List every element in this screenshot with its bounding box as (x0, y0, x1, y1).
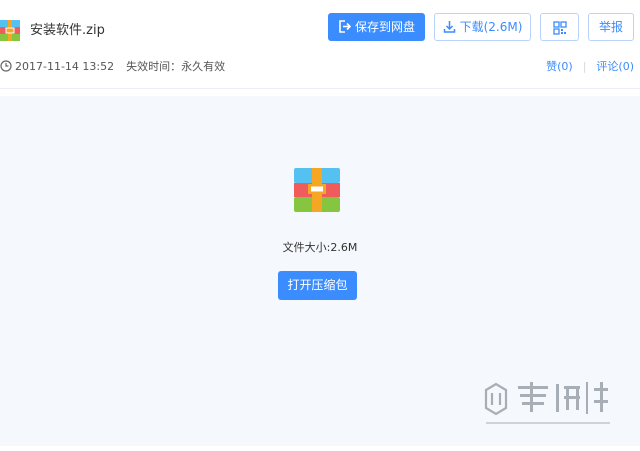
header: 安装软件.zip 保存到网盘 下载(2.6M) 举报 2017-11-14 13… (0, 0, 640, 90)
comment-link[interactable]: 评论(0) (596, 60, 634, 73)
qr-code-button[interactable] (540, 13, 579, 41)
qr-code-icon (552, 20, 567, 35)
save-to-netdisk-button[interactable]: 保存到网盘 (328, 13, 425, 41)
site-watermark-logo (484, 382, 610, 424)
download-icon (443, 21, 455, 33)
report-button[interactable]: 举报 (588, 13, 634, 41)
file-size-text: 文件大小:2.6M (282, 241, 358, 254)
zip-archive-icon (294, 168, 340, 212)
expiry-time: 失效时间：永久有效 (126, 60, 226, 73)
file-name: 安装软件.zip (30, 23, 105, 38)
upload-date: 2017-11-14 13:52 (15, 60, 115, 73)
social-links: 赞(0) | 评论(0) (546, 59, 634, 75)
download-button-label: 下载(2.6M) (459, 20, 523, 34)
clock-icon (0, 60, 12, 72)
like-link[interactable]: 赞(0) (546, 60, 573, 73)
save-icon (339, 20, 352, 33)
file-meta: 2017-11-14 13:52 失效时间：永久有效 (0, 59, 225, 75)
header-divider (0, 88, 640, 89)
open-archive-button[interactable]: 打开压缩包 (278, 271, 357, 300)
save-button-label: 保存到网盘 (354, 20, 415, 34)
link-separator: | (582, 60, 587, 73)
download-button[interactable]: 下载(2.6M) (434, 13, 531, 41)
zip-file-icon (0, 20, 20, 41)
report-button-label: 举报 (598, 20, 623, 34)
